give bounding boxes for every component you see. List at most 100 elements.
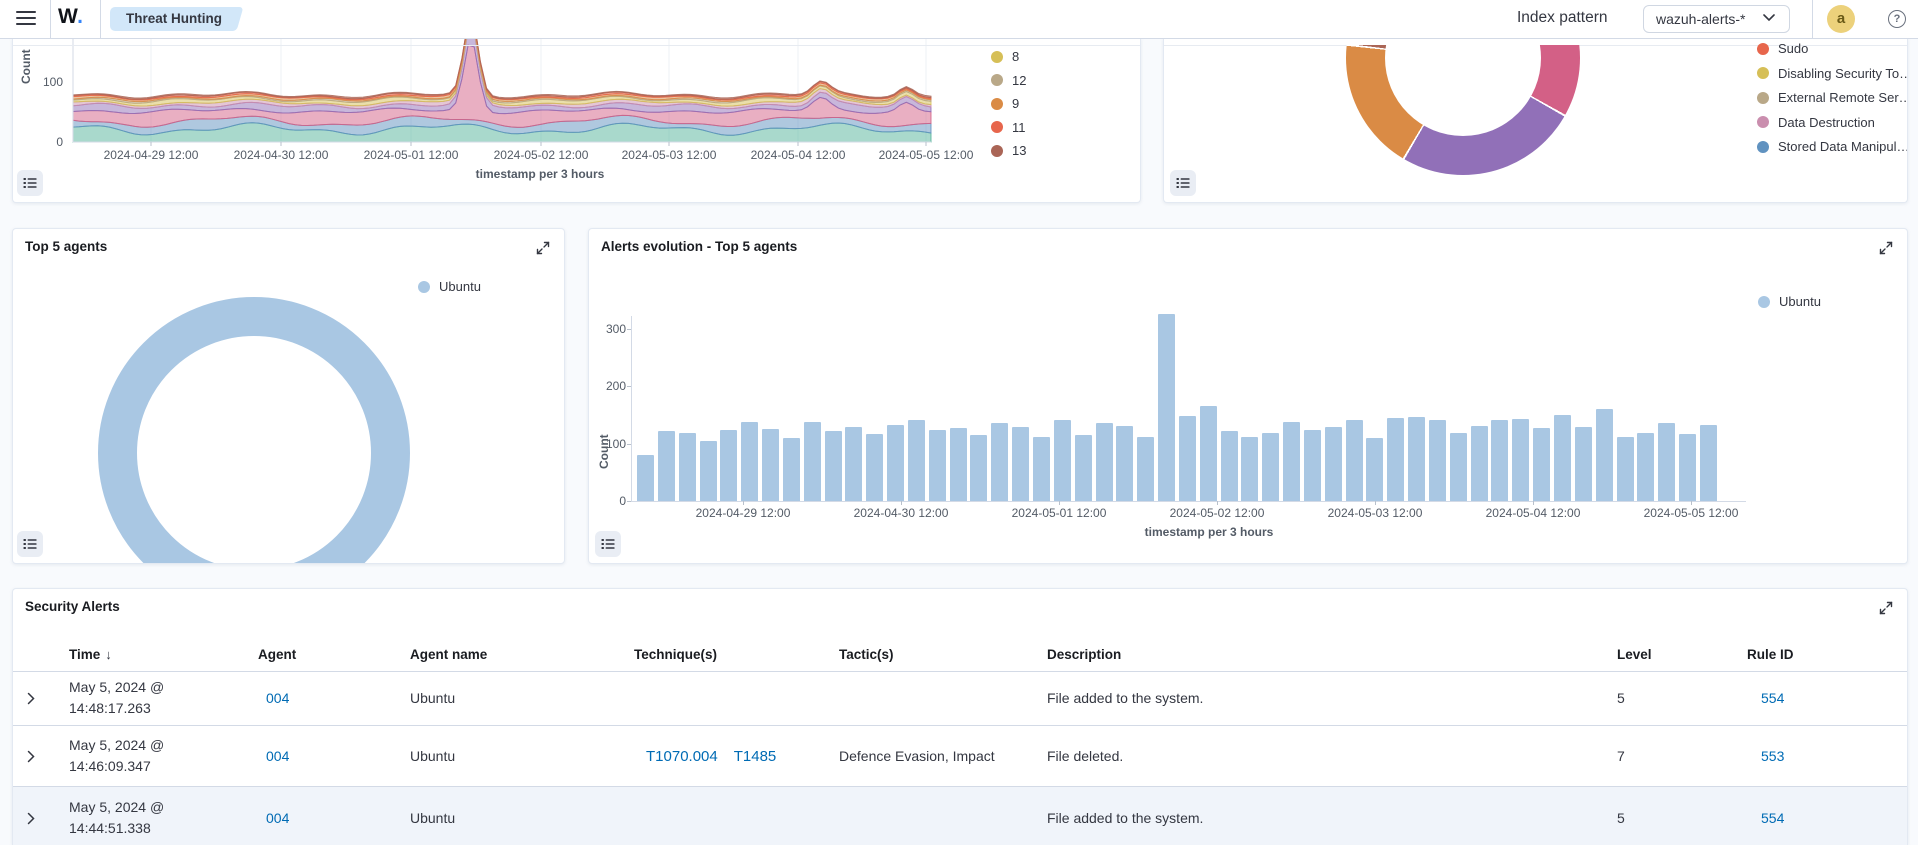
bar[interactable]	[1408, 417, 1425, 501]
bar[interactable]	[1137, 437, 1154, 501]
bar[interactable]	[804, 422, 821, 501]
expand-icon[interactable]	[535, 239, 553, 257]
chevron-right-icon[interactable]	[13, 748, 57, 764]
agent-link[interactable]: 004	[266, 810, 289, 826]
legend-item[interactable]: 8	[991, 50, 1026, 63]
tab-threat-hunting[interactable]: Threat Hunting	[110, 7, 232, 31]
legend-item[interactable]: Disabling Security To…	[1757, 67, 1908, 80]
bar[interactable]	[1575, 427, 1592, 501]
column-header-description[interactable]: Description	[1035, 647, 1605, 662]
agents-donut-ring[interactable]	[98, 297, 410, 564]
technique-link[interactable]: T1485	[734, 748, 777, 765]
bar[interactable]	[679, 433, 696, 501]
bar[interactable]	[887, 425, 904, 501]
list-icon[interactable]	[17, 170, 43, 196]
bar[interactable]	[1658, 423, 1675, 501]
bar[interactable]	[1346, 420, 1363, 501]
bar[interactable]	[1054, 420, 1071, 501]
legend-item[interactable]: Sudo	[1757, 42, 1908, 55]
legend-item[interactable]: Ubuntu	[1758, 295, 1821, 308]
column-header-tactic-s-[interactable]: Tactic(s)	[827, 647, 1035, 662]
bar[interactable]	[762, 429, 779, 501]
bar[interactable]	[1471, 426, 1488, 501]
chevron-right-icon[interactable]	[13, 690, 57, 706]
bar[interactable]	[1116, 426, 1133, 501]
bar[interactable]	[720, 430, 737, 501]
bar[interactable]	[1158, 314, 1175, 501]
bar[interactable]	[1512, 419, 1529, 501]
bar[interactable]	[929, 430, 946, 501]
index-pattern-select[interactable]: wazuh-alerts-*	[1643, 5, 1790, 33]
column-header-time[interactable]: Time↓	[57, 647, 246, 662]
x-tick: 2024-04-29 12:00	[678, 506, 808, 520]
bar[interactable]	[1679, 434, 1696, 501]
technique-link[interactable]: T1070.004	[646, 748, 718, 765]
legend-item[interactable]: 12	[991, 74, 1026, 87]
rule-id-link[interactable]: 554	[1761, 690, 1784, 706]
bar[interactable]	[1596, 409, 1613, 501]
bar[interactable]	[1075, 435, 1092, 501]
bar[interactable]	[741, 422, 758, 501]
rule-id-link[interactable]: 553	[1761, 748, 1784, 764]
list-icon[interactable]	[17, 531, 43, 557]
column-header-level[interactable]: Level	[1605, 647, 1735, 662]
bar[interactable]	[1637, 433, 1654, 501]
bar[interactable]	[1012, 427, 1029, 501]
menu-hamburger-icon[interactable]	[16, 11, 36, 27]
bar[interactable]	[845, 427, 862, 501]
bar[interactable]	[1366, 438, 1383, 501]
agent-link[interactable]: 004	[266, 748, 289, 764]
chevron-right-icon[interactable]	[13, 810, 57, 826]
help-icon[interactable]: ?	[1888, 10, 1906, 28]
bar[interactable]	[658, 431, 675, 501]
bar[interactable]	[825, 431, 842, 501]
bar[interactable]	[991, 423, 1008, 501]
wazuh-logo[interactable]: W.	[58, 5, 84, 29]
bar[interactable]	[970, 435, 987, 501]
legend-item[interactable]: Ubuntu	[418, 280, 481, 293]
bar[interactable]	[866, 434, 883, 501]
bar[interactable]	[1450, 433, 1467, 501]
bar[interactable]	[950, 428, 967, 501]
bar[interactable]	[637, 455, 654, 501]
column-header-rule-id[interactable]: Rule ID	[1735, 647, 1907, 662]
list-icon[interactable]	[595, 531, 621, 557]
bar[interactable]	[1096, 423, 1113, 501]
column-header-agent[interactable]: Agent	[246, 647, 398, 662]
bar[interactable]	[1533, 428, 1550, 501]
list-icon[interactable]	[1170, 170, 1196, 196]
bar[interactable]	[1304, 430, 1321, 501]
bar[interactable]	[1179, 416, 1196, 501]
bar[interactable]	[1325, 427, 1342, 501]
bar[interactable]	[1200, 406, 1217, 501]
column-header-agent-name[interactable]: Agent name	[398, 647, 622, 662]
bar[interactable]	[1262, 433, 1279, 501]
bar[interactable]	[1700, 425, 1717, 501]
bar[interactable]	[1221, 431, 1238, 501]
bar[interactable]	[783, 438, 800, 501]
bar[interactable]	[1283, 422, 1300, 501]
legend-item[interactable]: 13	[991, 144, 1026, 157]
bar[interactable]	[1491, 420, 1508, 501]
table-body: May 5, 2024 @14:48:17.263004UbuntuFile a…	[13, 671, 1907, 845]
expand-icon[interactable]	[1878, 239, 1896, 257]
bar[interactable]	[908, 420, 925, 501]
legend-item[interactable]: Stored Data Manipul…	[1757, 140, 1908, 153]
bar[interactable]	[1554, 415, 1571, 501]
legend-item[interactable]: 11	[991, 121, 1026, 134]
legend-item[interactable]: 9	[991, 97, 1026, 110]
agent-link[interactable]: 004	[266, 690, 289, 706]
bar[interactable]	[700, 441, 717, 501]
bar[interactable]	[1387, 418, 1404, 501]
legend-item[interactable]: Data Destruction	[1757, 116, 1908, 129]
bar[interactable]	[1617, 437, 1634, 501]
expand-icon[interactable]	[1878, 599, 1896, 617]
bar[interactable]	[1241, 437, 1258, 501]
bar[interactable]	[1033, 437, 1050, 501]
legend-item[interactable]: External Remote Ser…	[1757, 91, 1908, 104]
avatar[interactable]: a	[1827, 5, 1855, 33]
rule-id-link[interactable]: 554	[1761, 810, 1784, 826]
column-header-technique-s-[interactable]: Technique(s)	[622, 647, 827, 662]
bar[interactable]	[1429, 420, 1446, 501]
x-tickmark	[1691, 501, 1692, 505]
